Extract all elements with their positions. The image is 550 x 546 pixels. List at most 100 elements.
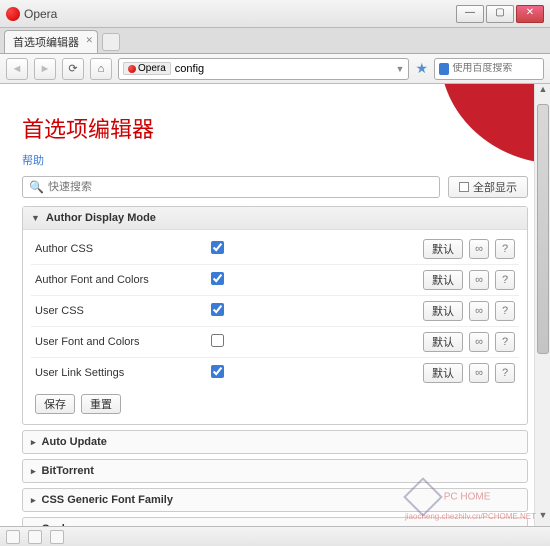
- tab-title: 首选项编辑器: [13, 37, 79, 49]
- section-header-author-display-mode[interactable]: ▼ Author Display Mode: [23, 207, 527, 230]
- setting-checkbox[interactable]: [211, 241, 224, 254]
- window-title: Opera: [24, 7, 456, 21]
- bookmark-star-icon[interactable]: ★: [415, 60, 428, 77]
- default-button[interactable]: 默认: [423, 332, 463, 352]
- chevron-right-icon: ▸: [31, 437, 36, 448]
- setting-control: [211, 272, 417, 288]
- link-button[interactable]: ∞: [469, 301, 489, 321]
- panel-icon[interactable]: [6, 530, 20, 544]
- chevron-right-icon: ▸: [31, 466, 36, 477]
- setting-row: User Font and Colors 默认 ∞?: [31, 326, 519, 357]
- section-collapsed: ▸ BitTorrent: [22, 459, 528, 483]
- search-bar[interactable]: [434, 58, 544, 80]
- content-viewport: 首选项编辑器 帮助 🔍 全部显示 ▼ Author Display Mode A…: [0, 84, 550, 526]
- quick-search-box[interactable]: 🔍: [22, 176, 440, 198]
- url-scheme-label: Opera: [138, 63, 166, 74]
- url-bar[interactable]: Opera ▼: [118, 58, 409, 80]
- setting-control: [211, 334, 417, 350]
- opera-dot-icon: [128, 65, 136, 73]
- config-page: 首选项编辑器 帮助 🔍 全部显示 ▼ Author Display Mode A…: [0, 84, 550, 526]
- setting-control: [211, 365, 417, 381]
- section-title: Auto Update: [42, 436, 107, 448]
- setting-row: User CSS默认∞?: [31, 295, 519, 326]
- status-bar: [0, 526, 550, 546]
- chevron-down-icon: ▼: [31, 213, 40, 223]
- default-button[interactable]: 默认: [423, 363, 463, 383]
- help-button[interactable]: ?: [495, 301, 515, 321]
- new-tab-button[interactable]: [102, 33, 120, 51]
- setting-label: User Font and Colors: [35, 336, 205, 348]
- setting-checkbox[interactable]: [211, 334, 224, 347]
- setting-row: Author CSS 默认 ∞?: [31, 234, 519, 264]
- close-button[interactable]: ✕: [516, 5, 544, 23]
- opera-icon: [6, 7, 20, 21]
- section-header[interactable]: ▸ BitTorrent: [23, 460, 527, 482]
- tab-close-icon[interactable]: ✕: [85, 35, 93, 46]
- setting-label: Author CSS: [35, 243, 205, 255]
- show-all-label: 全部显示: [473, 179, 517, 195]
- section-collapsed: ▸ CSS Generic Font Family: [22, 488, 528, 512]
- section-title: Author Display Mode: [46, 212, 156, 224]
- search-input[interactable]: [452, 63, 539, 74]
- show-all-button[interactable]: 全部显示: [448, 176, 528, 198]
- maximize-button[interactable]: ▢: [486, 5, 514, 23]
- search-icon: 🔍: [29, 180, 44, 194]
- section-collapsed: ▸ Auto Update: [22, 430, 528, 454]
- setting-row: User Link Settings 默认 ∞?: [31, 357, 519, 388]
- help-button[interactable]: ?: [495, 332, 515, 352]
- reset-button[interactable]: 重置: [81, 394, 121, 414]
- setting-label: User Link Settings: [35, 367, 205, 379]
- section-header[interactable]: ▸ CSS Generic Font Family: [23, 489, 527, 511]
- setting-checkbox[interactable]: [211, 365, 224, 378]
- sync-icon[interactable]: [28, 530, 42, 544]
- url-input[interactable]: [175, 63, 392, 75]
- setting-label: Author Font and Colors: [35, 274, 205, 286]
- back-button[interactable]: ◄: [6, 58, 28, 80]
- toolbar: ◄ ► ⟳ ⌂ Opera ▼ ★: [0, 54, 550, 84]
- scroll-down-icon[interactable]: ▼: [535, 510, 550, 526]
- quick-search-input[interactable]: [48, 181, 433, 193]
- help-button[interactable]: ?: [495, 239, 515, 259]
- save-reset-row: 保存重置: [31, 388, 519, 416]
- setting-control: [211, 303, 417, 319]
- setting-checkbox[interactable]: [211, 303, 224, 316]
- scroll-thumb[interactable]: [537, 104, 549, 354]
- minimize-button[interactable]: —: [456, 5, 484, 23]
- home-button[interactable]: ⌂: [90, 58, 112, 80]
- link-button[interactable]: ∞: [469, 332, 489, 352]
- section-collapsed: ▸Cache: [22, 517, 528, 526]
- link-button[interactable]: ∞: [469, 363, 489, 383]
- help-button[interactable]: ?: [495, 363, 515, 383]
- default-button[interactable]: 默认: [423, 301, 463, 321]
- chevron-right-icon: ▸: [31, 495, 36, 506]
- save-button[interactable]: 保存: [35, 394, 75, 414]
- section-title: BitTorrent: [42, 465, 94, 477]
- window-controls: — ▢ ✕: [456, 5, 544, 23]
- url-scheme-pill: Opera: [123, 62, 171, 75]
- vertical-scrollbar[interactable]: ▲ ▼: [534, 84, 550, 526]
- default-button[interactable]: 默认: [423, 239, 463, 259]
- setting-control: [211, 241, 417, 257]
- window-titlebar: Opera — ▢ ✕: [0, 0, 550, 28]
- setting-row: Author Font and Colors 默认 ∞?: [31, 264, 519, 295]
- link-button[interactable]: ∞: [469, 239, 489, 259]
- section-title: CSS Generic Font Family: [42, 494, 173, 506]
- page-title: 首选项编辑器: [22, 112, 528, 144]
- tab-active[interactable]: 首选项编辑器 ✕: [4, 30, 98, 53]
- setting-checkbox[interactable]: [211, 272, 224, 285]
- help-link[interactable]: 帮助: [22, 152, 44, 168]
- section-body: Author CSS 默认 ∞? Author Font and Colors 默认 ∞?…: [23, 230, 527, 424]
- help-button[interactable]: ?: [495, 270, 515, 290]
- section-header[interactable]: ▸Cache: [23, 518, 527, 526]
- turbo-icon[interactable]: [50, 530, 64, 544]
- default-button[interactable]: 默认: [423, 270, 463, 290]
- dropdown-icon[interactable]: ▼: [396, 64, 405, 74]
- show-all-checkbox-icon: [459, 182, 469, 192]
- scroll-up-icon[interactable]: ▲: [535, 84, 550, 100]
- section-header[interactable]: ▸ Auto Update: [23, 431, 527, 453]
- reload-button[interactable]: ⟳: [62, 58, 84, 80]
- section-author-display-mode: ▼ Author Display Mode Author CSS默认∞?Auth…: [22, 206, 528, 425]
- link-button[interactable]: ∞: [469, 270, 489, 290]
- forward-button[interactable]: ►: [34, 58, 56, 80]
- search-engine-icon: [439, 63, 449, 75]
